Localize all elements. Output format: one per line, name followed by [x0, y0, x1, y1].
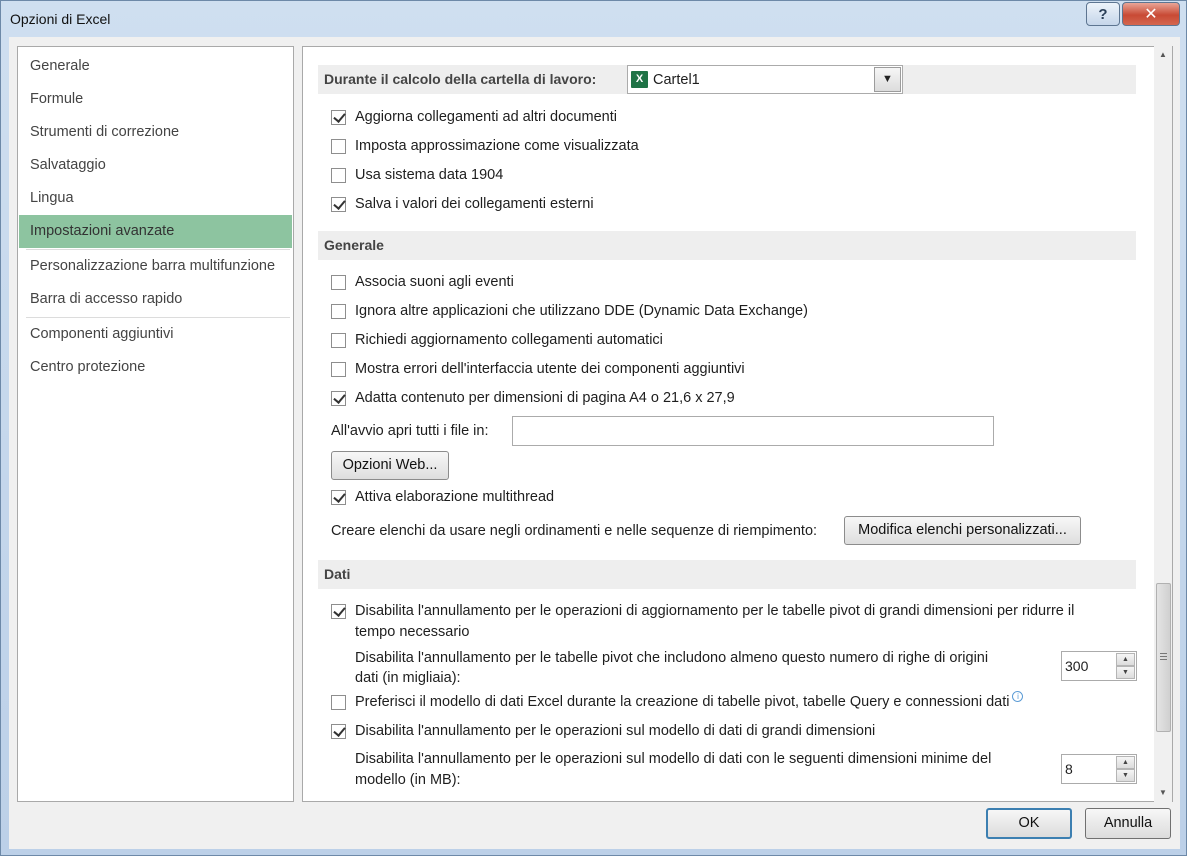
checkbox-event-sounds[interactable] [331, 274, 346, 290]
nav-item-personalizzazione-barra[interactable]: Personalizzazione barra multifunzione [19, 250, 292, 283]
nav-item-barra-accesso-rapido[interactable]: Barra di accesso rapido [19, 283, 292, 316]
help-button[interactable]: ? [1086, 2, 1120, 26]
option-scale-a4[interactable]: Adatta contenuto per dimensioni di pagin… [331, 387, 735, 409]
model-size-label-line2: modello (in MB): [355, 772, 461, 788]
scroll-up-icon[interactable]: ▲ [1154, 46, 1172, 63]
close-icon: ✕ [1144, 6, 1158, 23]
content-scrollbar[interactable]: ▲ ▼ [1154, 46, 1172, 802]
section-header-dati: Dati [318, 560, 1136, 589]
nav-item-salvataggio[interactable]: Salvataggio [19, 149, 292, 182]
option-ignore-dde[interactable]: Ignora altre applicazioni che utilizzano… [331, 300, 808, 322]
model-size-value[interactable]: 8 [1065, 761, 1073, 777]
option-show-addin-errors[interactable]: Mostra errori dell'interfaccia utente de… [331, 358, 745, 380]
checkbox-precision-as-displayed[interactable] [331, 138, 346, 154]
checkbox-save-external-link-values[interactable] [331, 196, 346, 212]
checkbox-disable-model-undo[interactable] [331, 723, 346, 739]
pivot-rows-spinner[interactable]: 300 ▲ ▼ [1061, 651, 1137, 681]
model-size-spinner[interactable]: 8 ▲ ▼ [1061, 754, 1137, 784]
excel-options-dialog: Opzioni di Excel ? ✕ Generale Formule St… [0, 0, 1187, 856]
option-save-external-link-values[interactable]: Salva i valori dei collegamenti esterni [331, 193, 594, 215]
option-disable-pivot-undo-line2: tempo necessario [355, 624, 470, 640]
nav-item-lingua[interactable]: Lingua [19, 182, 292, 215]
scrollbar-thumb[interactable] [1156, 583, 1171, 732]
spin-down-icon[interactable]: ▼ [1116, 769, 1135, 782]
info-icon[interactable]: i [1012, 690, 1024, 702]
option-disable-model-undo[interactable]: Disabilita l'annullamento per le operazi… [331, 720, 875, 742]
scroll-down-icon[interactable]: ▼ [1154, 784, 1172, 801]
option-ask-update-links[interactable]: Richiedi aggiornamento collegamenti auto… [331, 329, 663, 351]
nav-item-formule[interactable]: Formule [19, 83, 292, 116]
pivot-rows-label-line2: dati (in migliaia): [355, 670, 461, 686]
checkbox-scale-a4[interactable] [331, 390, 346, 406]
pivot-rows-value[interactable]: 300 [1065, 658, 1088, 674]
spin-up-icon[interactable]: ▲ [1116, 653, 1135, 666]
spin-down-icon[interactable]: ▼ [1116, 666, 1135, 679]
model-size-label: Disabilita l'annullamento per le operazi… [355, 751, 992, 767]
close-button[interactable]: ✕ [1122, 2, 1180, 26]
option-precision-as-displayed[interactable]: Imposta approssimazione come visualizzat… [331, 135, 639, 157]
nav-item-generale[interactable]: Generale [19, 50, 292, 83]
option-multithread[interactable]: Attiva elaborazione multithread [331, 486, 554, 508]
options-navigation: Generale Formule Strumenti di correzione… [17, 46, 294, 802]
option-update-links[interactable]: Aggiorna collegamenti ad altri documenti [331, 106, 617, 128]
startup-folder-label: All'avvio apri tutti i file in: [331, 423, 489, 439]
checkbox-disable-pivot-undo[interactable] [331, 603, 346, 619]
help-icon: ? [1098, 5, 1108, 23]
ok-button[interactable]: OK [986, 808, 1072, 839]
checkbox-prefer-data-model[interactable] [331, 694, 346, 710]
startup-folder-input[interactable] [512, 416, 994, 446]
edit-custom-lists-button[interactable]: Modifica elenchi personalizzati... [844, 516, 1081, 545]
dialog-client-area: Generale Formule Strumenti di correzione… [9, 37, 1180, 849]
checkbox-ignore-dde[interactable] [331, 303, 346, 319]
checkbox-ask-update-links[interactable] [331, 332, 346, 348]
web-options-button[interactable]: Opzioni Web... [331, 451, 449, 480]
excel-workbook-icon: X [631, 71, 648, 88]
spin-up-icon[interactable]: ▲ [1116, 756, 1135, 769]
workbook-combobox-value: Cartel1 [653, 72, 700, 88]
checkbox-1904-date-system[interactable] [331, 167, 346, 183]
checkbox-update-links[interactable] [331, 109, 346, 125]
pivot-rows-label: Disabilita l'annullamento per le tabelle… [355, 650, 989, 666]
nav-item-impostazioni-avanzate[interactable]: Impostazioni avanzate [19, 215, 292, 248]
checkbox-show-addin-errors[interactable] [331, 361, 346, 377]
checkbox-multithread[interactable] [331, 489, 346, 505]
option-disable-pivot-undo[interactable]: Disabilita l'annullamento per le operazi… [331, 600, 1074, 622]
nav-item-strumenti-correzione[interactable]: Strumenti di correzione [19, 116, 292, 149]
workbook-combobox[interactable]: X Cartel1 ▼ [627, 65, 903, 94]
cancel-button[interactable]: Annulla [1085, 808, 1171, 839]
nav-item-componenti-aggiuntivi[interactable]: Componenti aggiuntivi [19, 318, 292, 351]
title-bar[interactable]: Opzioni di Excel ? ✕ [1, 1, 1186, 37]
option-1904-date-system[interactable]: Usa sistema data 1904 [331, 164, 503, 186]
nav-item-centro-protezione[interactable]: Centro protezione [19, 351, 292, 384]
advanced-options-panel: Durante il calcolo della cartella di lav… [302, 46, 1173, 802]
section-header-generale: Generale [318, 231, 1136, 260]
window-title: Opzioni di Excel [10, 11, 111, 27]
option-prefer-data-model[interactable]: Preferisci il modello di dati Excel dura… [331, 690, 1024, 713]
chevron-down-icon[interactable]: ▼ [874, 67, 901, 92]
option-event-sounds[interactable]: Associa suoni agli eventi [331, 271, 514, 293]
custom-lists-label: Creare elenchi da usare negli ordinament… [331, 523, 818, 539]
